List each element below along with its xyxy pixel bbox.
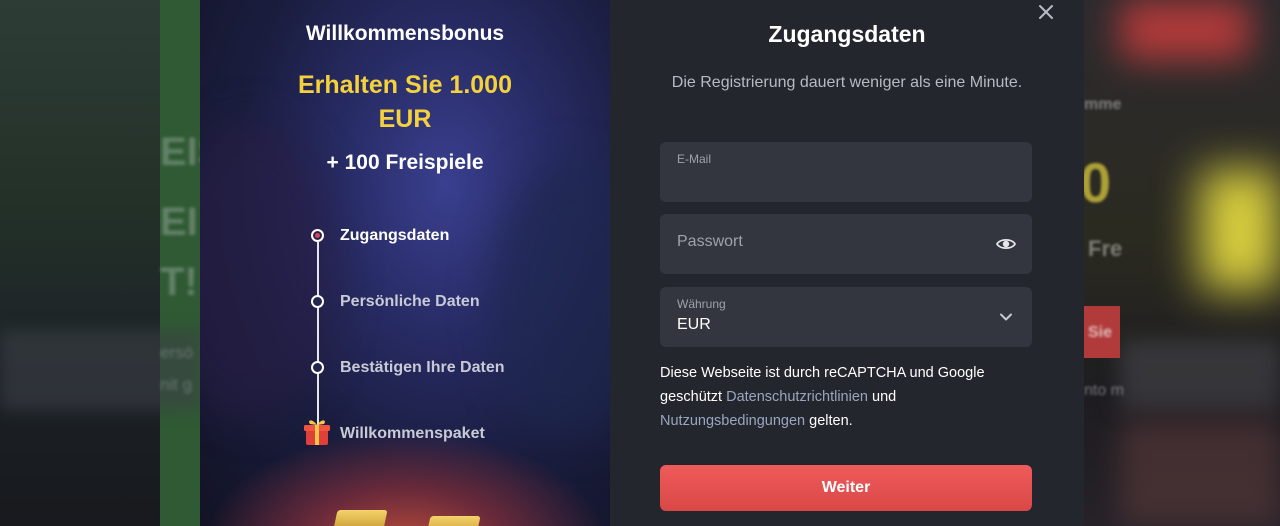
backdrop-left-text: EI: [160, 200, 198, 244]
backdrop-right-yellow: [1200, 170, 1280, 290]
bonus-amount: Erhalten Sie 1.000 EUR: [200, 68, 610, 136]
form-title: Zugangsdaten: [768, 21, 926, 47]
recaptcha-suffix: gelten.: [809, 413, 853, 429]
step-label: Willkommenspaket: [340, 425, 485, 442]
bonus-title: Willkommensbonus: [305, 22, 505, 45]
backdrop-right-text: mme: [1084, 96, 1122, 113]
backdrop-left-text: ersö: [160, 343, 194, 362]
currency-label: Währung: [677, 297, 726, 311]
welcome-bonus-panel: Willkommensbonus Erhalten Sie 1.000 EUR …: [200, 0, 610, 526]
step-label: Persönliche Daten: [340, 293, 480, 310]
backdrop-right-text: nto m: [1084, 382, 1125, 399]
backdrop-right-bottom: [1120, 420, 1280, 526]
backdrop-right-text: 0: [1080, 151, 1112, 214]
email-label: E-Mail: [677, 152, 712, 166]
close-icon: [1039, 5, 1053, 19]
bonus-amount-text: Erhalten Sie 1.000 EUR: [297, 71, 512, 133]
step-pending-indicator: [311, 295, 324, 308]
backdrop-left-text: nit g: [160, 375, 193, 394]
email-field[interactable]: E-Mail: [660, 142, 1032, 202]
recaptcha-notice: Diese Webseite ist durch reCAPTCHA und G…: [660, 361, 1040, 433]
step-active-indicator: [311, 229, 324, 242]
background-glow: [200, 430, 610, 526]
chevron-down-icon: [1000, 313, 1012, 321]
backdrop-left-card: [0, 330, 200, 410]
steps-timeline-line: [317, 242, 319, 432]
terms-link[interactable]: Nutzungsbedingungen: [660, 413, 805, 429]
currency-select[interactable]: Währung EUR: [660, 287, 1032, 347]
background-rock: [490, 160, 610, 440]
continue-button[interactable]: Weiter: [660, 465, 1032, 511]
recaptcha-and: und: [872, 389, 897, 405]
step-label: Zugangsdaten: [340, 227, 450, 244]
backdrop-right-red: [1120, 0, 1250, 60]
form-subtitle: Die Registrierung dauert weniger als ein…: [671, 74, 1023, 91]
backdrop-left-text: T!: [160, 260, 198, 304]
step-pending-indicator: [311, 361, 324, 374]
password-field[interactable]: Passwort: [660, 214, 1032, 274]
gold-bar-decoration: [425, 516, 481, 526]
step-label: Bestätigen Ihre Daten: [340, 359, 505, 376]
privacy-policy-link[interactable]: Datenschutzrichtlinien: [726, 389, 868, 405]
password-placeholder: Passwort: [677, 233, 743, 250]
eye-icon[interactable]: [996, 234, 1016, 254]
bonus-free-spins: + 100 Freispiele: [326, 151, 484, 174]
backdrop-right-text: Fre: [1088, 236, 1123, 261]
backdrop-right-card: [1120, 340, 1280, 410]
currency-value: EUR: [677, 316, 711, 333]
gold-bar-decoration: [332, 510, 388, 526]
backdrop-right-text: Sie: [1088, 324, 1113, 341]
gift-icon: [304, 420, 330, 445]
